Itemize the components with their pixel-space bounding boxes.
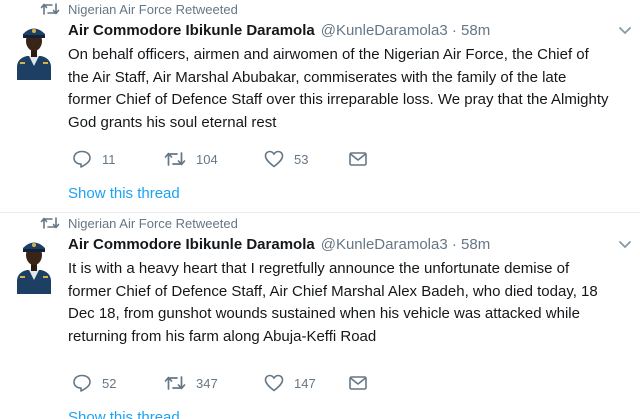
avatar[interactable] [14, 22, 54, 80]
tweet-header: Air Commodore Ibikunle Daramola @KunleDa… [68, 22, 490, 39]
tweet-text: It is with a heavy heart that I regretfu… [68, 260, 598, 345]
dm-icon [349, 152, 367, 166]
retweet-button[interactable]: 104 [164, 151, 264, 167]
author-name[interactable]: Air Commodore Ibikunle Daramola [68, 236, 315, 253]
reply-count: 52 [102, 375, 117, 391]
retweet-icon [164, 152, 186, 166]
reply-icon [73, 374, 91, 392]
retweet-context: Nigerian Air Force Retweeted [40, 0, 238, 18]
dm-button[interactable] [348, 151, 368, 167]
tweet-actions: 11 104 53 [72, 150, 368, 168]
tweet[interactable]: Nigerian Air Force Retweeted Air Commodo… [0, 0, 640, 213]
retweet-count: 104 [196, 151, 218, 167]
tweet[interactable]: Nigerian Air Force Retweeted Air Commodo… [0, 214, 640, 419]
author-handle[interactable]: @KunleDaramola3 · 58m [321, 236, 490, 253]
retweet-context-label: Nigerian Air Force Retweeted [68, 1, 238, 17]
retweet-button[interactable]: 347 [164, 375, 264, 391]
like-button[interactable]: 147 [264, 374, 348, 392]
dm-button[interactable] [348, 375, 368, 391]
retweet-context: Nigerian Air Force Retweeted [40, 214, 238, 232]
like-icon [264, 150, 284, 168]
reply-icon [73, 150, 91, 168]
tweet-header: Air Commodore Ibikunle Daramola @KunleDa… [68, 236, 490, 253]
caret-down-icon[interactable] [618, 26, 632, 36]
reply-count: 11 [102, 151, 116, 167]
caret-down-icon[interactable] [618, 240, 632, 250]
author-name[interactable]: Air Commodore Ibikunle Daramola [68, 22, 315, 39]
like-button[interactable]: 53 [264, 150, 348, 168]
retweet-icon [40, 217, 60, 229]
retweet-icon [164, 376, 186, 390]
author-handle[interactable]: @KunleDaramola3 · 58m [321, 22, 490, 39]
like-count: 53 [294, 151, 309, 167]
retweet-count: 347 [196, 375, 218, 391]
tweet-text: On behalf officers, airmen and airwomen … [68, 46, 609, 131]
avatar[interactable] [14, 236, 54, 294]
like-count: 147 [294, 375, 316, 391]
retweet-context-label: Nigerian Air Force Retweeted [68, 215, 238, 231]
retweet-icon [40, 3, 60, 15]
tweet-actions: 52 347 147 [72, 374, 368, 392]
dm-icon [349, 376, 367, 390]
reply-button[interactable]: 11 [72, 150, 164, 168]
show-thread-link[interactable]: Show this thread [68, 409, 180, 419]
like-icon [264, 374, 284, 392]
show-thread-link[interactable]: Show this thread [68, 185, 180, 202]
reply-button[interactable]: 52 [72, 374, 164, 392]
